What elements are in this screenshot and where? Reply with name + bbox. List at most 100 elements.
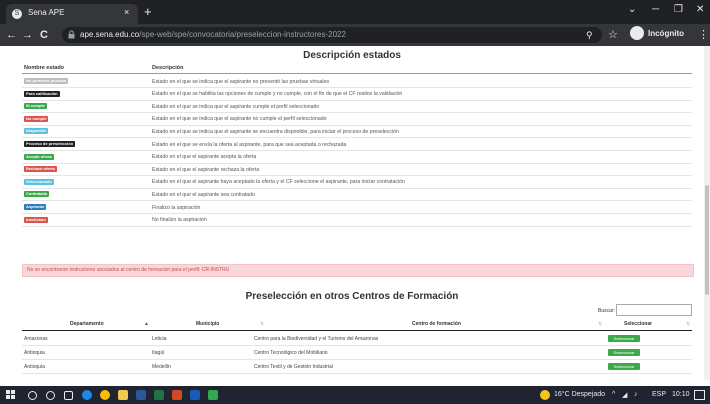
th-centro[interactable]: Centro de formación [412, 321, 461, 327]
status-badge: Si cumple [24, 103, 47, 110]
word-icon[interactable] [136, 390, 146, 400]
close-window-icon[interactable]: ✕ [696, 4, 704, 15]
zoom-icon[interactable]: ⚲ [586, 27, 593, 43]
language-indicator[interactable]: ESP [652, 391, 666, 398]
outlook-icon[interactable] [190, 390, 200, 400]
chevron-down-icon[interactable]: ⌄ [628, 4, 636, 15]
cell-municipio: Leticia [152, 336, 167, 342]
sort-seleccionar-icon[interactable]: ⇅ [686, 321, 690, 327]
row-divider [22, 124, 692, 126]
browser-tab[interactable]: S Sena APE × [6, 4, 138, 24]
status-badge: Disponible [24, 128, 49, 135]
chrome-icon[interactable] [100, 390, 110, 400]
powerpoint-icon[interactable] [172, 390, 182, 400]
status-description: Estado en el que el aspirante sea contra… [152, 191, 255, 198]
status-description: Estado en el que el aspirante rechaza la… [152, 166, 260, 173]
weather-text[interactable]: 16°C Despejado [554, 391, 605, 398]
incognito-label: Incógnito [648, 29, 684, 38]
search-input[interactable] [616, 304, 692, 316]
seleccionar-button[interactable]: Seleccionar [608, 335, 640, 342]
new-tab-icon[interactable]: + [144, 4, 152, 20]
status-description: Estado en el que se indica que el aspira… [152, 103, 320, 110]
row-divider [22, 137, 692, 139]
maximize-icon[interactable]: ❐ [674, 4, 683, 15]
forward-icon[interactable]: → [22, 27, 33, 43]
status-badge: Aceptó oferta [24, 153, 54, 160]
status-badge: Proceso de preselección [24, 141, 76, 147]
tray-expand-icon[interactable]: ^ [612, 391, 615, 398]
notifications-icon[interactable] [694, 390, 705, 400]
sort-centro-icon[interactable]: ⇅ [598, 321, 602, 327]
cell-municipio: Medellín [152, 364, 171, 370]
row-divider [22, 200, 692, 202]
col-header-descripcion: Descripción [152, 65, 184, 71]
excel-icon[interactable] [154, 390, 164, 400]
scrollbar-thumb[interactable] [705, 185, 709, 295]
row-divider [22, 225, 692, 227]
row-divider [22, 112, 692, 114]
row-divider [22, 150, 692, 151]
task-view-icon[interactable] [64, 391, 73, 400]
status-badge: No cumple [24, 115, 49, 122]
otros-table-header: Departamento ▲ Municipio ⇅ Centro de for… [22, 318, 692, 331]
th-seleccionar: Seleccionar [624, 321, 653, 327]
row-divider [22, 87, 692, 88]
page-content: Descripción estados Nombre estado Descri… [0, 46, 704, 380]
seleccionar-button[interactable]: Seleccionar [608, 349, 640, 356]
address-bar[interactable]: ape.sena.edu.co/spe-web/spe/convocatoria… [62, 27, 602, 43]
sort-asc-icon[interactable]: ▲ [144, 321, 149, 327]
tab-title: Sena APE [28, 8, 65, 17]
cell-centro: Centro Textil y de Gestión Industrial [254, 364, 333, 370]
status-description: Estado en el que se habilita las opcione… [152, 91, 403, 98]
status-badge: Seleccionado [24, 178, 54, 185]
cell-departamento: Antioquia [24, 350, 45, 356]
browser-menu-icon[interactable]: ⋮ [698, 27, 709, 43]
cell-centro: Centro Tecnológico del Mobiliario [254, 350, 328, 356]
status-badge: Inactivado [24, 216, 48, 223]
volume-icon[interactable]: ♪ [634, 391, 638, 398]
seleccionar-button[interactable]: Seleccionar [608, 363, 640, 370]
row-divider [22, 99, 692, 101]
row-divider [22, 345, 692, 346]
minimize-icon[interactable]: ─ [652, 4, 659, 15]
cell-centro: Centro para la Biodiversidad y el Turism… [254, 336, 379, 342]
windows-start-icon[interactable] [6, 390, 16, 400]
tab-close-icon[interactable]: × [124, 7, 129, 17]
incognito-icon[interactable] [630, 26, 644, 40]
search-label: Buscar: [598, 308, 615, 314]
edge-icon[interactable] [82, 390, 92, 400]
status-description: Estado en el que se envía la oferta al a… [152, 141, 347, 148]
cell-municipio: Itagüí [152, 350, 165, 356]
bookmark-star-icon[interactable]: ☆ [608, 27, 618, 43]
url-text: ape.sena.edu.co/spe-web/spe/convocatoria… [80, 30, 346, 39]
otros-centros-title: Preselección en otros Centros de Formaci… [245, 291, 459, 302]
cell-departamento: Amazonas [24, 336, 48, 342]
search-icon[interactable] [28, 391, 37, 400]
no-instructors-alert: No se encontraron instructores asociados… [22, 264, 694, 277]
sena-favicon-icon: S [12, 9, 22, 19]
sort-municipio-icon[interactable]: ⇅ [260, 321, 264, 327]
th-departamento[interactable]: Departamento [70, 321, 104, 327]
estados-title: Descripción estados [303, 50, 401, 61]
cortana-icon[interactable] [46, 391, 55, 400]
file-explorer-icon[interactable] [118, 390, 128, 400]
app-icon[interactable] [208, 390, 218, 400]
status-badge: Rechazó oferta [24, 166, 57, 173]
network-icon[interactable]: ◢ [622, 391, 627, 399]
status-description: Estado en el que se indica que el aspira… [152, 128, 399, 135]
status-description: Estado en el que el aspirante acepta la … [152, 154, 257, 161]
status-badge: Aspirante [24, 204, 47, 210]
row-divider [22, 175, 692, 177]
reload-icon[interactable]: C [40, 27, 48, 43]
weather-moon-icon [540, 390, 550, 400]
th-municipio[interactable]: Municipio [196, 321, 219, 327]
status-description: Estado en el que se indica que el aspira… [152, 116, 327, 123]
back-icon[interactable]: ← [6, 27, 17, 43]
cell-departamento: Antioquia [24, 364, 45, 370]
status-badge: Para calificación [24, 90, 60, 97]
row-divider [22, 359, 692, 360]
row-divider [22, 162, 692, 164]
status-badge: No presentó pruebas [24, 78, 69, 84]
estados-header-divider [22, 73, 692, 74]
clock[interactable]: 10:10 [672, 391, 690, 398]
